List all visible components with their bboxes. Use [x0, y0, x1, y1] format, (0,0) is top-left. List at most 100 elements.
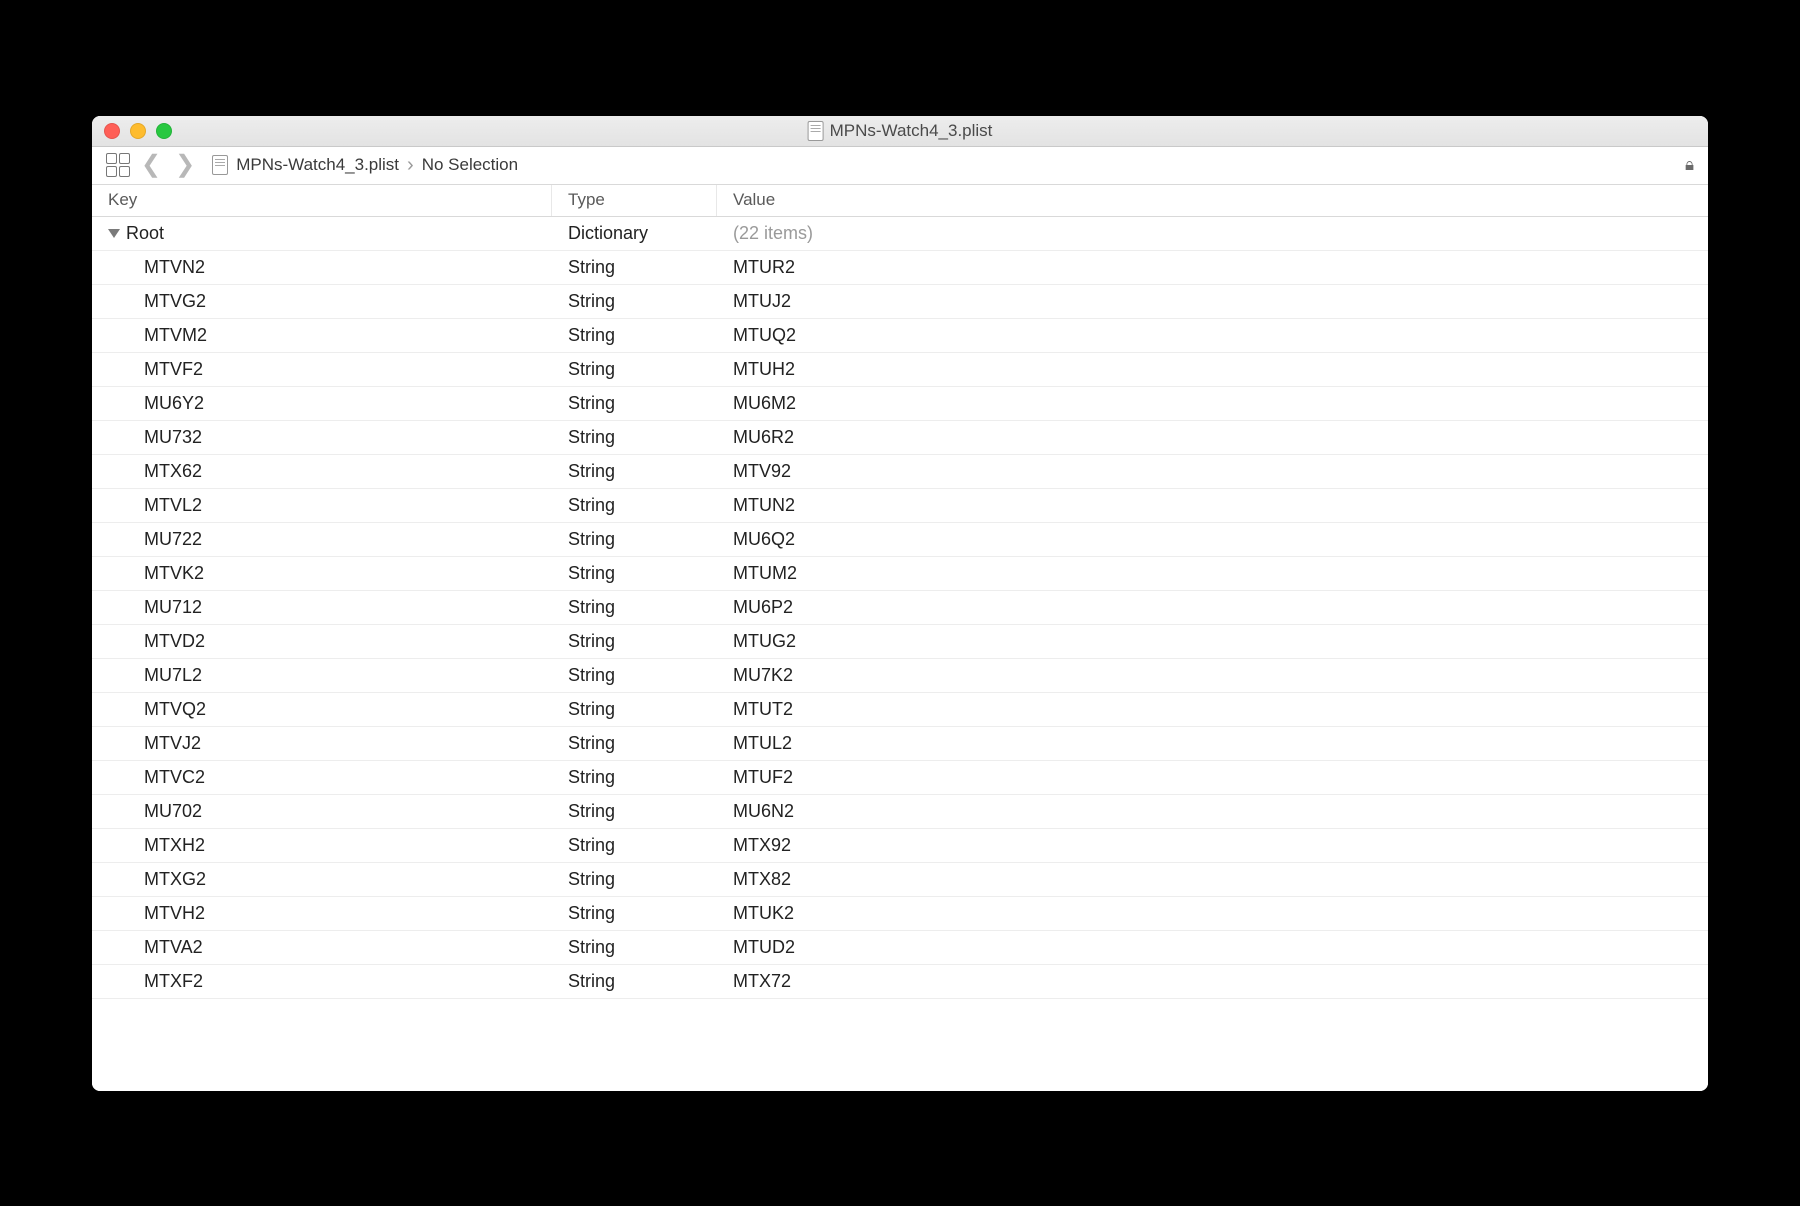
key-cell[interactable]: MTXH2	[92, 829, 552, 862]
related-items-icon[interactable]	[106, 153, 130, 177]
value-cell[interactable]: MU7K2	[717, 659, 1708, 692]
table-row-root[interactable]: Root Dictionary (22 items)	[92, 217, 1708, 251]
key-cell[interactable]: MTVK2	[92, 557, 552, 590]
table-row[interactable]: MU6Y2StringMU6M2	[92, 387, 1708, 421]
table-row[interactable]: MTVH2StringMTUK2	[92, 897, 1708, 931]
value-cell[interactable]: MTUH2	[717, 353, 1708, 386]
value-cell[interactable]: MTUR2	[717, 251, 1708, 284]
table-row[interactable]: MU702StringMU6N2	[92, 795, 1708, 829]
value-cell[interactable]: MTX82	[717, 863, 1708, 896]
table-row[interactable]: MU7L2StringMU7K2	[92, 659, 1708, 693]
titlebar[interactable]: MPNs-Watch4_3.plist	[92, 116, 1708, 147]
value-cell[interactable]: MTUF2	[717, 761, 1708, 794]
key-cell[interactable]: MTX62	[92, 455, 552, 488]
value-cell[interactable]: MTUD2	[717, 931, 1708, 964]
value-cell[interactable]: MTV92	[717, 455, 1708, 488]
value-cell[interactable]: MTUN2	[717, 489, 1708, 522]
table-row[interactable]: MU712StringMU6P2	[92, 591, 1708, 625]
type-cell[interactable]: String	[552, 455, 717, 488]
value-cell[interactable]: MTX72	[717, 965, 1708, 998]
value-cell[interactable]: MU6P2	[717, 591, 1708, 624]
key-cell[interactable]: MTVD2	[92, 625, 552, 658]
value-cell[interactable]: MU6N2	[717, 795, 1708, 828]
table-row[interactable]: MU732StringMU6R2	[92, 421, 1708, 455]
breadcrumb-selection[interactable]: No Selection	[422, 155, 518, 175]
value-cell[interactable]: MU6Q2	[717, 523, 1708, 556]
value-cell[interactable]: MTUM2	[717, 557, 1708, 590]
type-cell[interactable]: String	[552, 489, 717, 522]
table-row[interactable]: MTX62StringMTV92	[92, 455, 1708, 489]
key-cell[interactable]: MTVG2	[92, 285, 552, 318]
key-cell[interactable]: MTVN2	[92, 251, 552, 284]
table-row[interactable]: MTVQ2StringMTUT2	[92, 693, 1708, 727]
key-cell[interactable]: MU7L2	[92, 659, 552, 692]
key-cell[interactable]: MTVQ2	[92, 693, 552, 726]
table-row[interactable]: MTVC2StringMTUF2	[92, 761, 1708, 795]
close-button[interactable]	[104, 123, 120, 139]
disclosure-triangle-icon[interactable]	[108, 229, 120, 238]
type-cell[interactable]: String	[552, 557, 717, 590]
table-row[interactable]: MTVJ2StringMTUL2	[92, 727, 1708, 761]
value-cell[interactable]: MTUJ2	[717, 285, 1708, 318]
type-cell[interactable]: String	[552, 387, 717, 420]
type-cell[interactable]: String	[552, 761, 717, 794]
nav-back-button[interactable]: ❮	[138, 153, 164, 177]
type-cell[interactable]: String	[552, 523, 717, 556]
root-key-cell[interactable]: Root	[92, 217, 552, 250]
type-cell[interactable]: String	[552, 863, 717, 896]
key-cell[interactable]: MTVC2	[92, 761, 552, 794]
column-header-type[interactable]: Type	[552, 185, 717, 216]
type-cell[interactable]: String	[552, 965, 717, 998]
column-header-value[interactable]: Value	[717, 185, 1708, 216]
type-cell[interactable]: String	[552, 659, 717, 692]
table-row[interactable]: MTVK2StringMTUM2	[92, 557, 1708, 591]
table-row[interactable]: MTXG2StringMTX82	[92, 863, 1708, 897]
type-cell[interactable]: String	[552, 251, 717, 284]
value-cell[interactable]: MTUG2	[717, 625, 1708, 658]
value-cell[interactable]: MTX92	[717, 829, 1708, 862]
type-cell[interactable]: String	[552, 931, 717, 964]
value-cell[interactable]: MTUL2	[717, 727, 1708, 760]
key-cell[interactable]: MTVA2	[92, 931, 552, 964]
value-cell[interactable]: MTUQ2	[717, 319, 1708, 352]
key-cell[interactable]: MTVJ2	[92, 727, 552, 760]
breadcrumb-file[interactable]: MPNs-Watch4_3.plist	[236, 155, 399, 175]
plist-table[interactable]: Key Type Value Root Dictionary (22 items…	[92, 185, 1708, 1091]
key-cell[interactable]: MTVF2	[92, 353, 552, 386]
key-cell[interactable]: MU722	[92, 523, 552, 556]
type-cell[interactable]: String	[552, 795, 717, 828]
zoom-button[interactable]	[156, 123, 172, 139]
type-cell[interactable]: String	[552, 693, 717, 726]
column-header-key[interactable]: Key	[92, 185, 552, 216]
table-row[interactable]: MTVF2StringMTUH2	[92, 353, 1708, 387]
table-row[interactable]: MTVA2StringMTUD2	[92, 931, 1708, 965]
table-row[interactable]: MTVD2StringMTUG2	[92, 625, 1708, 659]
type-cell[interactable]: String	[552, 285, 717, 318]
key-cell[interactable]: MTVM2	[92, 319, 552, 352]
key-cell[interactable]: MU6Y2	[92, 387, 552, 420]
table-row[interactable]: MU722StringMU6Q2	[92, 523, 1708, 557]
value-cell[interactable]: MU6R2	[717, 421, 1708, 454]
nav-forward-button[interactable]: ❯	[172, 153, 198, 177]
key-cell[interactable]: MU702	[92, 795, 552, 828]
type-cell[interactable]: String	[552, 727, 717, 760]
value-cell[interactable]: MU6M2	[717, 387, 1708, 420]
key-cell[interactable]: MTXG2	[92, 863, 552, 896]
table-row[interactable]: MTVG2StringMTUJ2	[92, 285, 1708, 319]
type-cell[interactable]: String	[552, 625, 717, 658]
key-cell[interactable]: MTVH2	[92, 897, 552, 930]
table-row[interactable]: MTXF2StringMTX72	[92, 965, 1708, 999]
minimize-button[interactable]	[130, 123, 146, 139]
key-cell[interactable]: MTXF2	[92, 965, 552, 998]
type-cell[interactable]: String	[552, 319, 717, 352]
value-cell[interactable]: MTUT2	[717, 693, 1708, 726]
key-cell[interactable]: MU732	[92, 421, 552, 454]
type-cell[interactable]: String	[552, 353, 717, 386]
type-cell[interactable]: String	[552, 421, 717, 454]
type-cell[interactable]: String	[552, 897, 717, 930]
table-row[interactable]: MTVL2StringMTUN2	[92, 489, 1708, 523]
key-cell[interactable]: MTVL2	[92, 489, 552, 522]
type-cell[interactable]: String	[552, 591, 717, 624]
lock-icon[interactable]: 🔒︎	[1685, 155, 1694, 175]
value-cell[interactable]: MTUK2	[717, 897, 1708, 930]
